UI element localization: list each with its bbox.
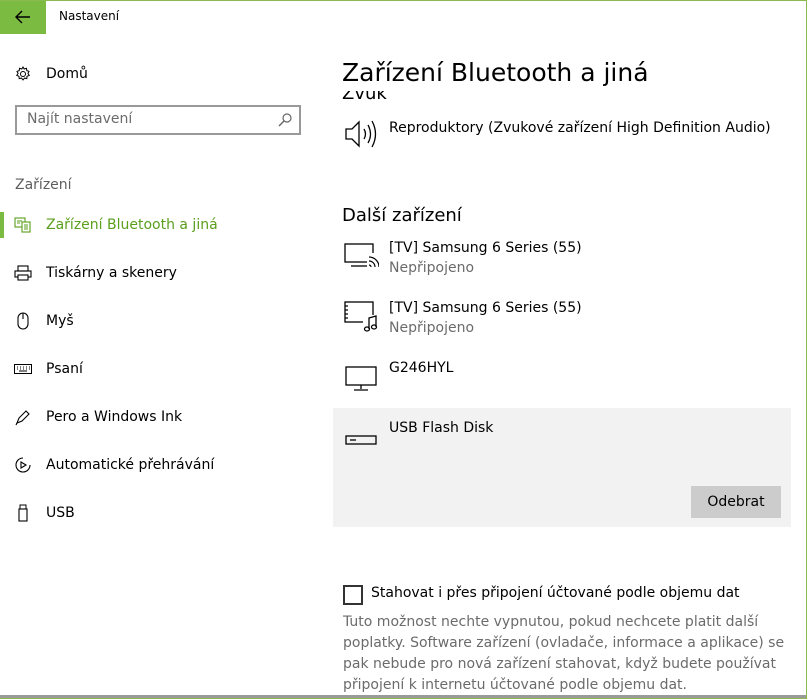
search-placeholder: Najít nastavení bbox=[27, 111, 133, 127]
sidebar-item-bluetooth[interactable]: Zařízení Bluetooth a jiná bbox=[0, 210, 320, 240]
sidebar-item-label: USB bbox=[46, 505, 75, 521]
device-status: Nepřipojeno bbox=[389, 320, 475, 336]
speaker-icon bbox=[343, 116, 379, 152]
metered-download-checkbox[interactable] bbox=[343, 585, 363, 605]
device-row-speaker[interactable]: Reproduktory (Zvukové zařízení High Defi… bbox=[333, 114, 791, 154]
device-row-usb-flash[interactable]: USB Flash Disk Odebrat bbox=[333, 408, 791, 527]
audio-section-heading-text: Zvuk bbox=[342, 91, 387, 103]
sidebar-item-pen[interactable]: Pero a Windows Ink bbox=[0, 402, 320, 432]
device-row-tv-1[interactable]: [TV] Samsung 6 Series (55) Nepřipojeno bbox=[333, 234, 791, 286]
metered-download-description: Tuto možnost nechte vypnutou, pokud nech… bbox=[343, 614, 785, 693]
usb-icon bbox=[14, 504, 32, 522]
mouse-icon bbox=[14, 312, 32, 330]
page-title: Zařízení Bluetooth a jiná bbox=[342, 58, 649, 87]
device-row-monitor[interactable]: G246HYL bbox=[333, 354, 791, 404]
remove-device-button[interactable]: Odebrat bbox=[691, 486, 781, 518]
title-bar: Nastavení bbox=[0, 0, 807, 34]
sidebar-item-label: Psaní bbox=[46, 361, 83, 377]
sidebar-item-mouse[interactable]: Myš bbox=[0, 306, 320, 336]
pen-icon bbox=[14, 408, 32, 426]
tv-cast-icon bbox=[343, 238, 379, 274]
monitor-icon bbox=[343, 360, 379, 396]
metered-download-option[interactable]: Stahovat i přes připojení účtované podle… bbox=[343, 584, 803, 606]
device-name: G246HYL bbox=[389, 360, 454, 376]
home-label: Domů bbox=[46, 66, 88, 82]
device-name: Reproduktory (Zvukové zařízení High Defi… bbox=[389, 120, 771, 136]
sidebar-item-typing[interactable]: Psaní bbox=[0, 354, 320, 384]
sidebar-item-label: Zařízení Bluetooth a jiná bbox=[46, 217, 218, 233]
sidebar-item-usb[interactable]: USB bbox=[0, 498, 320, 528]
autoplay-icon bbox=[14, 456, 32, 474]
sidebar-item-autoplay[interactable]: Automatické přehrávání bbox=[0, 450, 320, 480]
window-title: Nastavení bbox=[59, 9, 120, 23]
metered-download-label: Stahovat i přes připojení účtované podle… bbox=[371, 585, 740, 601]
device-row-tv-2[interactable]: [TV] Samsung 6 Series (55) Nepřipojeno bbox=[333, 294, 791, 346]
device-name: USB Flash Disk bbox=[389, 420, 494, 436]
window-bottom-edge bbox=[0, 695, 807, 699]
audio-section-heading: Zvuk bbox=[342, 91, 542, 103]
sidebar-item-label: Pero a Windows Ink bbox=[46, 409, 183, 425]
main-content: Zařízení Bluetooth a jiná Zvuk Reprodukt… bbox=[333, 34, 807, 699]
device-name: [TV] Samsung 6 Series (55) bbox=[389, 300, 582, 316]
gear-icon bbox=[14, 65, 32, 83]
keyboard-icon bbox=[14, 360, 32, 378]
bluetooth-devices-icon bbox=[14, 216, 32, 234]
usb-drive-icon bbox=[343, 422, 379, 458]
search-icon[interactable] bbox=[277, 112, 293, 132]
search-input[interactable]: Najít nastavení bbox=[15, 105, 301, 135]
other-devices-heading: Další zařízení bbox=[342, 205, 462, 226]
printer-icon bbox=[14, 264, 32, 282]
device-status: Nepřipojeno bbox=[389, 260, 475, 276]
section-label-devices: Zařízení bbox=[15, 177, 72, 193]
sidebar-item-label: Automatické přehrávání bbox=[46, 457, 215, 473]
sidebar-item-printers[interactable]: Tiskárny a skenery bbox=[0, 258, 320, 288]
back-button[interactable] bbox=[0, 0, 46, 34]
back-arrow-icon bbox=[15, 10, 30, 24]
tv-media-icon bbox=[343, 298, 379, 334]
home-nav[interactable]: Domů bbox=[0, 59, 320, 89]
sidebar-item-label: Tiskárny a skenery bbox=[46, 265, 177, 281]
device-name: [TV] Samsung 6 Series (55) bbox=[389, 240, 582, 256]
sidebar: Domů Najít nastavení Zařízení Zařízení B… bbox=[0, 34, 320, 699]
sidebar-item-label: Myš bbox=[46, 313, 74, 329]
